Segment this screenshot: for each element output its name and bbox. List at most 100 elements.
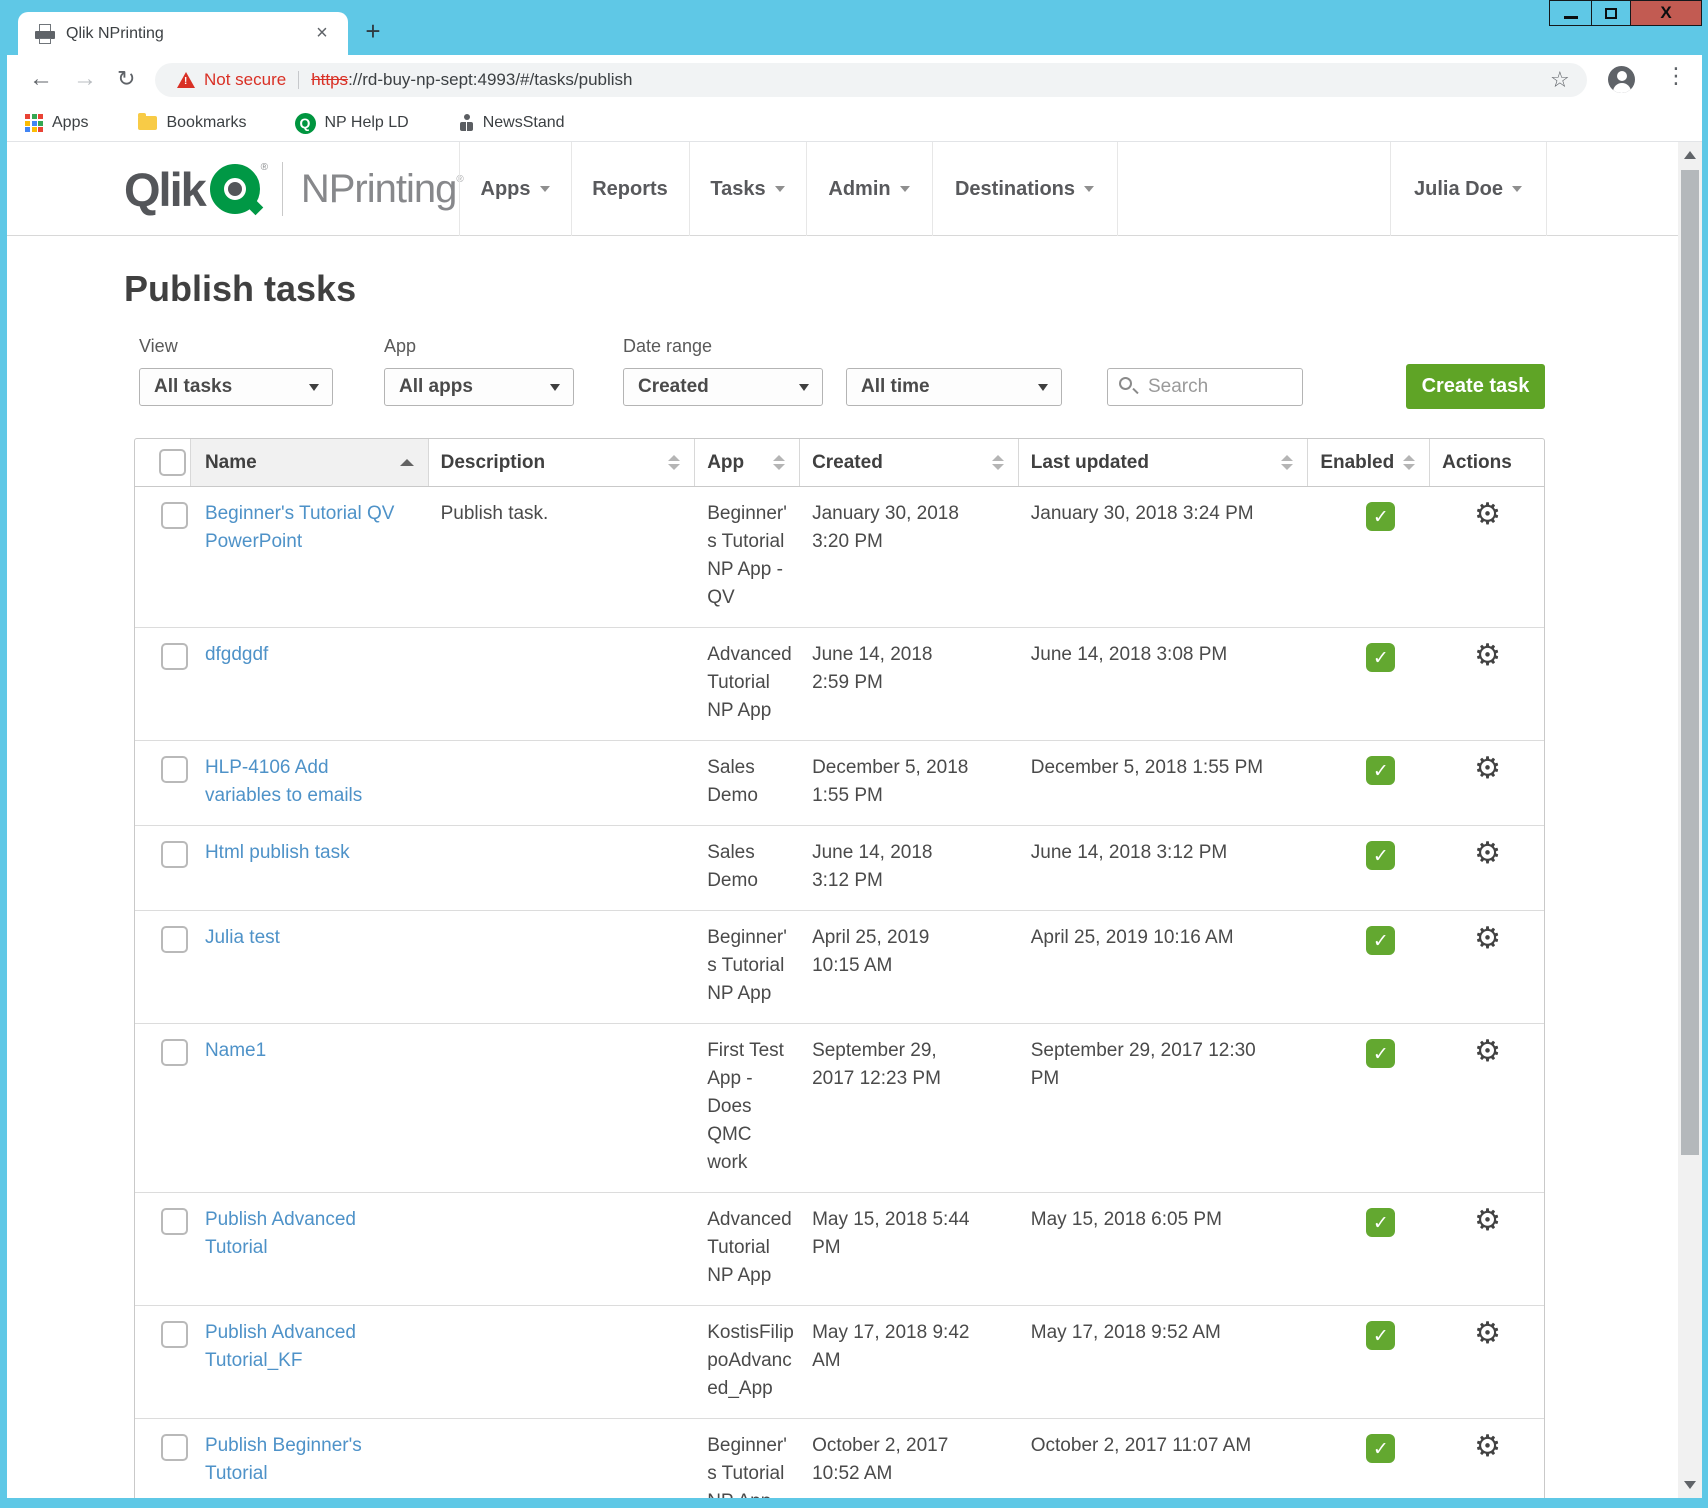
enabled-toggle[interactable]: ✓ <box>1366 1434 1395 1463</box>
nav-apps[interactable]: Apps <box>459 142 571 236</box>
search-input[interactable] <box>1107 368 1303 406</box>
page-title: Publish tasks <box>124 268 356 310</box>
table-row: Publish Beginner's Tutorial Beginner's T… <box>135 1419 1544 1498</box>
enabled-toggle[interactable]: ✓ <box>1366 926 1395 955</box>
enabled-toggle[interactable]: ✓ <box>1366 643 1395 672</box>
task-created: December 5, 2018 1:55 PM <box>812 754 972 810</box>
time-range-dropdown[interactable]: All time <box>846 368 1062 406</box>
new-tab-button[interactable]: + <box>358 16 388 47</box>
sort-icon <box>773 455 785 470</box>
task-updated: April 25, 2019 10:16 AM <box>1031 924 1266 952</box>
view-dropdown[interactable]: All tasks <box>139 368 333 406</box>
select-all-checkbox[interactable] <box>159 449 186 476</box>
back-icon[interactable]: ← <box>29 63 53 95</box>
tab-close-icon[interactable]: × <box>310 21 334 45</box>
window-controls: X <box>1549 0 1702 26</box>
forward-icon: → <box>73 63 97 95</box>
check-icon: ✓ <box>1373 644 1389 672</box>
minimize-button[interactable] <box>1550 1 1592 25</box>
task-app: First Test App - Does QMC work <box>707 1037 795 1177</box>
row-checkbox[interactable] <box>161 1321 188 1348</box>
row-checkbox[interactable] <box>161 756 188 783</box>
gear-icon[interactable]: ⚙ <box>1474 500 1544 530</box>
task-name-link[interactable]: Html publish task <box>205 839 405 867</box>
bookmark-np-help[interactable]: Q NP Help LD <box>247 113 409 134</box>
gear-icon[interactable]: ⚙ <box>1474 754 1544 784</box>
row-checkbox[interactable] <box>161 1208 188 1235</box>
enabled-toggle[interactable]: ✓ <box>1366 1208 1395 1237</box>
nav-tasks[interactable]: Tasks <box>689 142 806 236</box>
task-name-link[interactable]: Publish Beginner's Tutorial <box>205 1432 405 1488</box>
row-checkbox[interactable] <box>161 926 188 953</box>
enabled-toggle[interactable]: ✓ <box>1366 1321 1395 1350</box>
scrollbar-thumb[interactable] <box>1681 170 1699 1155</box>
header-name[interactable]: Name <box>191 439 429 486</box>
app-dropdown[interactable]: All apps <box>384 368 574 406</box>
table-row: Julia test Beginner's Tutorial NP App Ap… <box>135 911 1544 1024</box>
header-enabled[interactable]: Enabled <box>1308 439 1430 486</box>
not-secure-label[interactable]: Not secure <box>204 70 286 90</box>
header-app[interactable]: App <box>695 439 800 486</box>
close-button[interactable]: X <box>1631 1 1701 25</box>
bookmark-apps[interactable]: Apps <box>7 114 88 132</box>
date-range-dropdown[interactable]: Created <box>623 368 823 406</box>
task-description: Publish task. <box>441 500 681 528</box>
enabled-toggle[interactable]: ✓ <box>1366 502 1395 531</box>
gear-icon[interactable]: ⚙ <box>1474 839 1544 869</box>
gear-icon[interactable]: ⚙ <box>1474 641 1544 671</box>
header-last-updated[interactable]: Last updated <box>1019 439 1309 486</box>
browser-tab[interactable]: Qlik NPrinting × <box>18 12 348 55</box>
task-name-link[interactable]: dfgdgdf <box>205 641 405 669</box>
url-protocol: https <box>311 70 348 90</box>
header-created[interactable]: Created <box>800 439 1019 486</box>
tab-strip: Qlik NPrinting × + X <box>0 0 1708 55</box>
url-text[interactable]: ://rd-buy-np-sept:4993/#/tasks/publish <box>348 70 632 90</box>
row-checkbox[interactable] <box>161 841 188 868</box>
nav-admin[interactable]: Admin <box>806 142 932 236</box>
header-description[interactable]: Description <box>429 439 696 486</box>
bookmark-newsstand[interactable]: NewsStand <box>409 114 565 132</box>
brand-divider <box>282 162 283 216</box>
table-row: Publish Advanced Tutorial_KF KostisFilip… <box>135 1306 1544 1419</box>
browser-menu-icon[interactable]: ⋮ <box>1665 63 1687 89</box>
scroll-down-icon[interactable] <box>1678 1472 1702 1498</box>
scroll-up-icon[interactable] <box>1678 142 1702 168</box>
bookmark-star-icon[interactable]: ☆ <box>1550 67 1570 93</box>
nav-destinations[interactable]: Destinations <box>932 142 1117 236</box>
row-checkbox[interactable] <box>161 502 188 529</box>
maximize-button[interactable] <box>1592 1 1631 25</box>
task-app: Beginner's Tutorial NP App <box>707 1432 795 1498</box>
task-name-link[interactable]: Julia test <box>205 924 405 952</box>
gear-icon[interactable]: ⚙ <box>1474 1432 1544 1462</box>
newsstand-icon <box>459 114 474 132</box>
profile-avatar-icon[interactable] <box>1608 66 1635 93</box>
gear-icon[interactable]: ⚙ <box>1474 1319 1544 1349</box>
row-checkbox[interactable] <box>161 1039 188 1066</box>
search-icon <box>1119 377 1132 390</box>
address-bar[interactable]: ! Not secure https ://rd-buy-np-sept:499… <box>155 63 1587 97</box>
task-name-link[interactable]: Name1 <box>205 1037 405 1065</box>
task-name-link[interactable]: Publish Advanced Tutorial_KF <box>205 1319 405 1375</box>
enabled-toggle[interactable]: ✓ <box>1366 756 1395 785</box>
page-scrollbar[interactable] <box>1678 142 1702 1498</box>
create-task-button[interactable]: Create task <box>1406 364 1545 409</box>
task-created: September 29, 2017 12:23 PM <box>812 1037 972 1093</box>
task-name-link[interactable]: Publish Advanced Tutorial <box>205 1206 405 1262</box>
row-checkbox[interactable] <box>161 1434 188 1461</box>
gear-icon[interactable]: ⚙ <box>1474 1037 1544 1067</box>
task-updated: May 17, 2018 9:52 AM <box>1031 1319 1266 1347</box>
check-icon: ✓ <box>1373 1209 1389 1237</box>
enabled-toggle[interactable]: ✓ <box>1366 841 1395 870</box>
enabled-toggle[interactable]: ✓ <box>1366 1039 1395 1068</box>
nav-reports[interactable]: Reports <box>571 142 689 236</box>
row-checkbox[interactable] <box>161 643 188 670</box>
task-name-link[interactable]: Beginner's Tutorial QV PowerPoint <box>205 500 405 556</box>
bookmark-bookmarks[interactable]: Bookmarks <box>88 114 246 132</box>
gear-icon[interactable]: ⚙ <box>1474 1206 1544 1236</box>
reload-icon[interactable]: ↻ <box>117 63 135 95</box>
gear-icon[interactable]: ⚙ <box>1474 924 1544 954</box>
browser-toolbar: ← → ↻ ! Not secure https ://rd-buy-np-se… <box>7 55 1702 105</box>
user-menu[interactable]: Julia Doe <box>1390 142 1546 236</box>
minimize-icon <box>1564 16 1578 19</box>
task-name-link[interactable]: HLP-4106 Add variables to emails <box>205 754 405 810</box>
